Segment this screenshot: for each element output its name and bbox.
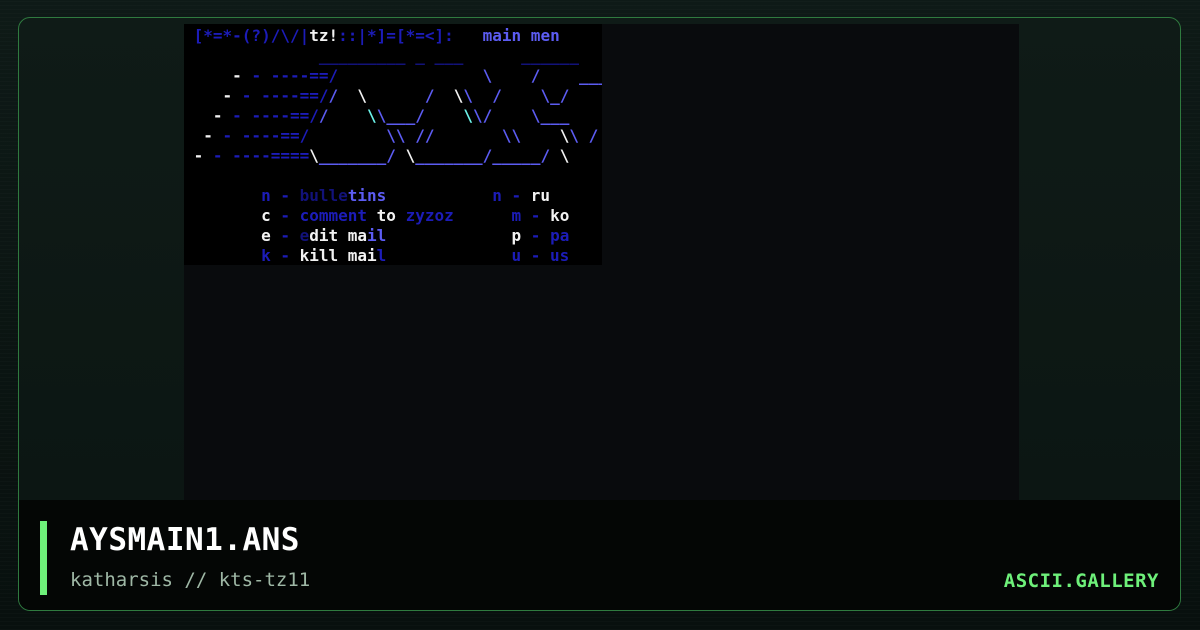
ansi-line: - - ----====\_______/ \_______/_____/ \ — [184, 146, 570, 166]
ansi-segment: \ — [338, 86, 425, 105]
ansi-segment: \ — [453, 86, 464, 105]
ansi-segment: \ / ___ — [395, 66, 602, 85]
ansi-segment: \ — [559, 146, 570, 165]
ansi-segment: \\ // \\ — [309, 126, 560, 145]
ansi-line: e - edit mail p - pa — [184, 226, 569, 246]
ansi-segment: \ — [559, 126, 570, 145]
ansi-segment: \ / — [569, 126, 599, 145]
ansi-segment: _______/_____/ — [415, 146, 560, 165]
ansi-segment: to — [376, 206, 406, 225]
ansi-segment: l u - us — [376, 246, 570, 265]
ansi-segment: - ----==/ — [222, 126, 310, 145]
site-brand[interactable]: ASCII.GALLERY — [1004, 570, 1159, 592]
artwork-title: AYSMAIN1.ANS — [70, 522, 300, 558]
ansi-segment — [425, 106, 464, 125]
ansi-line: n - bulletins n - ru — [184, 186, 550, 206]
ansi-segment — [184, 46, 319, 65]
ansi-segment: / — [318, 106, 368, 125]
ansi-line: [*=*-(?)/\/|tz!::|*]=[*=<]: main men — [184, 26, 560, 46]
artwork-credit: katharsis // kts-tz11 — [70, 569, 311, 591]
ansi-segment: n - — [386, 186, 531, 205]
ansi-line: _________ _ ___ ______ — [184, 46, 579, 66]
ansi-line: c - comment to zyzoz m - ko — [184, 206, 569, 226]
ansi-segment: - — [184, 126, 223, 145]
ansi-segment — [184, 166, 194, 185]
ansi-segment: main men — [482, 26, 560, 45]
ansi-segment: - comment — [280, 206, 377, 225]
ansi-segment: / — [328, 86, 339, 105]
ansi-segment: - — [280, 226, 300, 245]
ansi-line: - - ----==// \ / \\ / \_/ — [184, 86, 570, 106]
artwork-card: [*=*-(?)/\/|tz!::|*]=[*=<]: main men ___… — [18, 17, 1181, 611]
ansi-segment: _________ _ ___ ______ — [318, 46, 579, 65]
ansi-segment: ru — [530, 186, 551, 205]
ansi-segment: k - — [184, 246, 300, 265]
ansi-segment: tins — [347, 186, 387, 205]
ansi-line: - - ----==/ \ / ___ — [184, 66, 602, 86]
ansi-segment: tz! — [309, 26, 339, 45]
ansi-segment: - ----==/ — [241, 86, 329, 105]
ansi-segment: \ — [309, 146, 319, 165]
ansi-segment: \___/ — [376, 106, 425, 125]
ansi-segment: e — [184, 226, 281, 245]
ansi-segment: e — [299, 226, 310, 245]
ansi-segment: - — [184, 86, 242, 105]
ansi-line: - - ----==/ \\ // \\ \\ / — [184, 126, 598, 146]
ansi-segment: / — [424, 86, 454, 105]
ansi-segment: ::|*]=[*=<]: — [338, 26, 483, 45]
ansi-segment: - — [184, 146, 213, 165]
ansi-segment: - ----==/ — [251, 66, 396, 85]
ansi-segment: \/ \___ — [473, 106, 570, 125]
ansi-segment: - pa — [530, 226, 570, 245]
ansi-artwork-preview[interactable]: [*=*-(?)/\/|tz!::|*]=[*=<]: main men ___… — [184, 24, 602, 265]
ansi-segment: \ / \_/ — [463, 86, 570, 105]
ansi-segment: _______/ — [318, 146, 406, 165]
ansi-line: k - kill mail u - us — [184, 246, 569, 265]
ansi-segment: - ----==/ — [232, 106, 319, 125]
ansi-segment: [*=*-(?)/\/| — [184, 26, 310, 45]
ansi-segment: dit ma — [309, 226, 368, 245]
ansi-segment — [386, 226, 511, 245]
ansi-segment: zyzoz — [405, 206, 454, 225]
ansi-segment: kill mai — [299, 246, 377, 265]
footer-bar: AYSMAIN1.ANS katharsis // kts-tz11 ASCII… — [19, 500, 1180, 610]
ansi-segment: \ — [463, 106, 474, 125]
ansi-segment: - — [184, 106, 233, 125]
ansi-segment: m - — [453, 206, 551, 225]
ansi-segment: p — [511, 226, 531, 245]
ansi-line: - - ----==// \\___/ \\/ \___ — [184, 106, 569, 126]
ansi-segment: - — [184, 66, 252, 85]
ansi-segment: - ----==== — [212, 146, 310, 165]
ansi-segment: il — [367, 226, 387, 245]
ansi-segment: ko — [550, 206, 570, 225]
ansi-segment: n - — [184, 186, 300, 205]
ansi-line — [184, 166, 194, 186]
accent-bar — [40, 521, 47, 595]
ansi-segment: \ — [367, 106, 377, 125]
ansi-segment: c — [184, 206, 281, 225]
ansi-segment: bulle — [299, 186, 348, 205]
ansi-segment: \ — [405, 146, 416, 165]
